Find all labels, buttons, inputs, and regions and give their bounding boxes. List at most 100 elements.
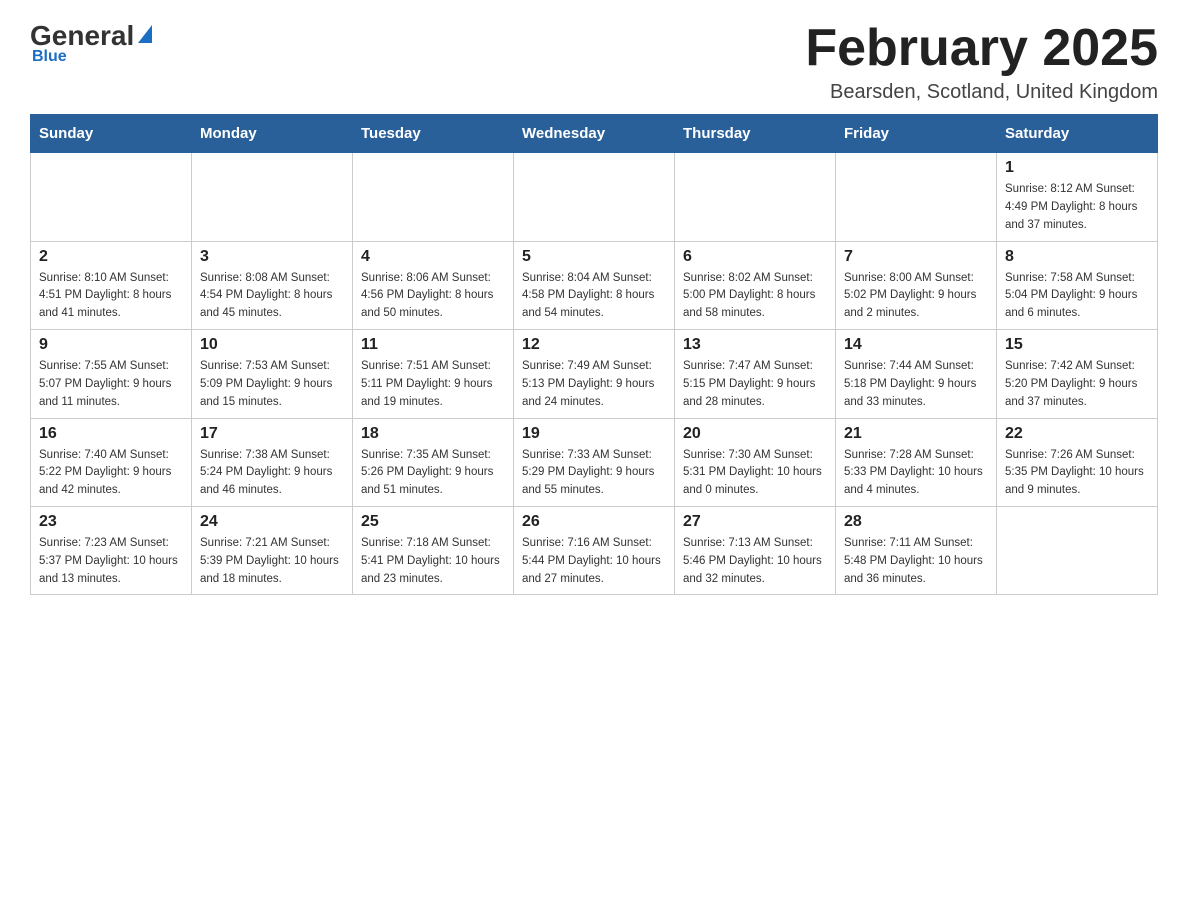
day-number: 27 bbox=[683, 513, 827, 531]
day-number: 5 bbox=[522, 248, 666, 266]
calendar-table: SundayMondayTuesdayWednesdayThursdayFrid… bbox=[30, 114, 1158, 595]
day-info: Sunrise: 7:47 AM Sunset: 5:15 PM Dayligh… bbox=[683, 358, 827, 411]
calendar-cell: 10Sunrise: 7:53 AM Sunset: 5:09 PM Dayli… bbox=[192, 330, 353, 418]
day-number: 3 bbox=[200, 248, 344, 266]
day-info: Sunrise: 7:58 AM Sunset: 5:04 PM Dayligh… bbox=[1005, 270, 1149, 323]
calendar-cell bbox=[836, 153, 997, 241]
day-info: Sunrise: 8:02 AM Sunset: 5:00 PM Dayligh… bbox=[683, 270, 827, 323]
day-info: Sunrise: 8:04 AM Sunset: 4:58 PM Dayligh… bbox=[522, 270, 666, 323]
calendar-cell bbox=[353, 153, 514, 241]
calendar-cell: 25Sunrise: 7:18 AM Sunset: 5:41 PM Dayli… bbox=[353, 506, 514, 594]
day-number: 16 bbox=[39, 425, 183, 443]
day-info: Sunrise: 7:40 AM Sunset: 5:22 PM Dayligh… bbox=[39, 447, 183, 500]
day-info: Sunrise: 8:00 AM Sunset: 5:02 PM Dayligh… bbox=[844, 270, 988, 323]
calendar-cell: 11 Sunrise: 7:51 AM Sunset: 5:11 PM Dayli… bbox=[353, 330, 514, 418]
day-number: 12 bbox=[522, 336, 666, 354]
calendar-cell: 7Sunrise: 8:00 AM Sunset: 5:02 PM Daylig… bbox=[836, 241, 997, 329]
weekday-header-monday: Monday bbox=[192, 115, 353, 153]
calendar-cell: 9 Sunrise: 7:55 AM Sunset: 5:07 PM Daylig… bbox=[31, 330, 192, 418]
calendar-cell: 14Sunrise: 7:44 AM Sunset: 5:18 PM Dayli… bbox=[836, 330, 997, 418]
calendar-cell bbox=[675, 153, 836, 241]
calendar-cell: 23 Sunrise: 7:23 AM Sunset: 5:37 PM Dayli… bbox=[31, 506, 192, 594]
calendar-cell: 24 Sunrise: 7:21 AM Sunset: 5:39 PM Dayli… bbox=[192, 506, 353, 594]
day-number: 26 bbox=[522, 513, 666, 531]
weekday-header-friday: Friday bbox=[836, 115, 997, 153]
day-number: 19 bbox=[522, 425, 666, 443]
day-number: 4 bbox=[361, 248, 505, 266]
calendar-cell: 16 Sunrise: 7:40 AM Sunset: 5:22 PM Dayli… bbox=[31, 418, 192, 506]
calendar-cell bbox=[31, 153, 192, 241]
calendar-body: 1Sunrise: 8:12 AM Sunset: 4:49 PM Daylig… bbox=[31, 153, 1158, 595]
weekday-row: SundayMondayTuesdayWednesdayThursdayFrid… bbox=[31, 115, 1158, 153]
day-info: Sunrise: 7:26 AM Sunset: 5:35 PM Dayligh… bbox=[1005, 447, 1149, 500]
day-number: 13 bbox=[683, 336, 827, 354]
calendar-cell: 22 Sunrise: 7:26 AM Sunset: 5:35 PM Dayli… bbox=[997, 418, 1158, 506]
calendar-week-5: 23 Sunrise: 7:23 AM Sunset: 5:37 PM Dayli… bbox=[31, 506, 1158, 594]
day-number: 8 bbox=[1005, 248, 1149, 266]
day-info: Sunrise: 7:51 AM Sunset: 5:11 PM Dayligh… bbox=[361, 358, 505, 411]
weekday-header-tuesday: Tuesday bbox=[353, 115, 514, 153]
title-section: February 2025 Bearsden, Scotland, United… bbox=[805, 20, 1158, 104]
calendar-header: SundayMondayTuesdayWednesdayThursdayFrid… bbox=[31, 115, 1158, 153]
calendar-cell: 27 Sunrise: 7:13 AM Sunset: 5:46 PM Dayli… bbox=[675, 506, 836, 594]
day-info: Sunrise: 7:35 AM Sunset: 5:26 PM Dayligh… bbox=[361, 447, 505, 500]
day-number: 17 bbox=[200, 425, 344, 443]
day-info: Sunrise: 8:10 AM Sunset: 4:51 PM Dayligh… bbox=[39, 270, 183, 323]
day-info: Sunrise: 7:49 AM Sunset: 5:13 PM Dayligh… bbox=[522, 358, 666, 411]
day-number: 23 bbox=[39, 513, 183, 531]
calendar-cell: 13 Sunrise: 7:47 AM Sunset: 5:15 PM Dayli… bbox=[675, 330, 836, 418]
day-info: Sunrise: 7:11 AM Sunset: 5:48 PM Dayligh… bbox=[844, 535, 988, 588]
day-info: Sunrise: 7:23 AM Sunset: 5:37 PM Dayligh… bbox=[39, 535, 183, 588]
calendar-cell: 18Sunrise: 7:35 AM Sunset: 5:26 PM Dayli… bbox=[353, 418, 514, 506]
calendar-cell: 5 Sunrise: 8:04 AM Sunset: 4:58 PM Daylig… bbox=[514, 241, 675, 329]
calendar-cell: 15 Sunrise: 7:42 AM Sunset: 5:20 PM Dayli… bbox=[997, 330, 1158, 418]
weekday-header-saturday: Saturday bbox=[997, 115, 1158, 153]
calendar-week-4: 16 Sunrise: 7:40 AM Sunset: 5:22 PM Dayli… bbox=[31, 418, 1158, 506]
calendar-cell: 20 Sunrise: 7:30 AM Sunset: 5:31 PM Dayli… bbox=[675, 418, 836, 506]
logo-triangle-icon bbox=[138, 25, 152, 43]
day-info: Sunrise: 8:08 AM Sunset: 4:54 PM Dayligh… bbox=[200, 270, 344, 323]
day-info: Sunrise: 7:33 AM Sunset: 5:29 PM Dayligh… bbox=[522, 447, 666, 500]
logo-blue-text: Blue bbox=[32, 48, 67, 66]
day-info: Sunrise: 7:16 AM Sunset: 5:44 PM Dayligh… bbox=[522, 535, 666, 588]
calendar-cell: 12 Sunrise: 7:49 AM Sunset: 5:13 PM Dayli… bbox=[514, 330, 675, 418]
day-info: Sunrise: 7:13 AM Sunset: 5:46 PM Dayligh… bbox=[683, 535, 827, 588]
calendar-cell: 2 Sunrise: 8:10 AM Sunset: 4:51 PM Daylig… bbox=[31, 241, 192, 329]
calendar-cell: 3 Sunrise: 8:08 AM Sunset: 4:54 PM Daylig… bbox=[192, 241, 353, 329]
day-number: 2 bbox=[39, 248, 183, 266]
calendar-cell: 8 Sunrise: 7:58 AM Sunset: 5:04 PM Daylig… bbox=[997, 241, 1158, 329]
calendar-week-1: 1Sunrise: 8:12 AM Sunset: 4:49 PM Daylig… bbox=[31, 153, 1158, 241]
day-number: 9 bbox=[39, 336, 183, 354]
calendar-cell: 28 Sunrise: 7:11 AM Sunset: 5:48 PM Dayli… bbox=[836, 506, 997, 594]
page-subtitle: Bearsden, Scotland, United Kingdom bbox=[805, 81, 1158, 104]
calendar-cell: 4 Sunrise: 8:06 AM Sunset: 4:56 PM Daylig… bbox=[353, 241, 514, 329]
day-info: Sunrise: 7:30 AM Sunset: 5:31 PM Dayligh… bbox=[683, 447, 827, 500]
calendar-week-2: 2 Sunrise: 8:10 AM Sunset: 4:51 PM Daylig… bbox=[31, 241, 1158, 329]
day-info: Sunrise: 7:42 AM Sunset: 5:20 PM Dayligh… bbox=[1005, 358, 1149, 411]
day-info: Sunrise: 8:06 AM Sunset: 4:56 PM Dayligh… bbox=[361, 270, 505, 323]
calendar-cell: 17 Sunrise: 7:38 AM Sunset: 5:24 PM Dayli… bbox=[192, 418, 353, 506]
weekday-header-wednesday: Wednesday bbox=[514, 115, 675, 153]
day-number: 24 bbox=[200, 513, 344, 531]
weekday-header-sunday: Sunday bbox=[31, 115, 192, 153]
day-number: 28 bbox=[844, 513, 988, 531]
calendar-cell: 19 Sunrise: 7:33 AM Sunset: 5:29 PM Dayli… bbox=[514, 418, 675, 506]
day-number: 15 bbox=[1005, 336, 1149, 354]
day-number: 11 bbox=[361, 336, 505, 354]
calendar-cell: 6 Sunrise: 8:02 AM Sunset: 5:00 PM Daylig… bbox=[675, 241, 836, 329]
weekday-header-thursday: Thursday bbox=[675, 115, 836, 153]
day-info: Sunrise: 7:53 AM Sunset: 5:09 PM Dayligh… bbox=[200, 358, 344, 411]
day-info: Sunrise: 7:38 AM Sunset: 5:24 PM Dayligh… bbox=[200, 447, 344, 500]
day-info: Sunrise: 7:21 AM Sunset: 5:39 PM Dayligh… bbox=[200, 535, 344, 588]
day-number: 6 bbox=[683, 248, 827, 266]
day-info: Sunrise: 7:55 AM Sunset: 5:07 PM Dayligh… bbox=[39, 358, 183, 411]
calendar-cell: 21 Sunrise: 7:28 AM Sunset: 5:33 PM Dayli… bbox=[836, 418, 997, 506]
day-number: 20 bbox=[683, 425, 827, 443]
day-number: 21 bbox=[844, 425, 988, 443]
day-info: Sunrise: 7:18 AM Sunset: 5:41 PM Dayligh… bbox=[361, 535, 505, 588]
page-header: General Blue February 2025 Bearsden, Sco… bbox=[30, 20, 1158, 104]
day-number: 22 bbox=[1005, 425, 1149, 443]
day-info: Sunrise: 7:28 AM Sunset: 5:33 PM Dayligh… bbox=[844, 447, 988, 500]
calendar-cell bbox=[192, 153, 353, 241]
calendar-week-3: 9 Sunrise: 7:55 AM Sunset: 5:07 PM Daylig… bbox=[31, 330, 1158, 418]
